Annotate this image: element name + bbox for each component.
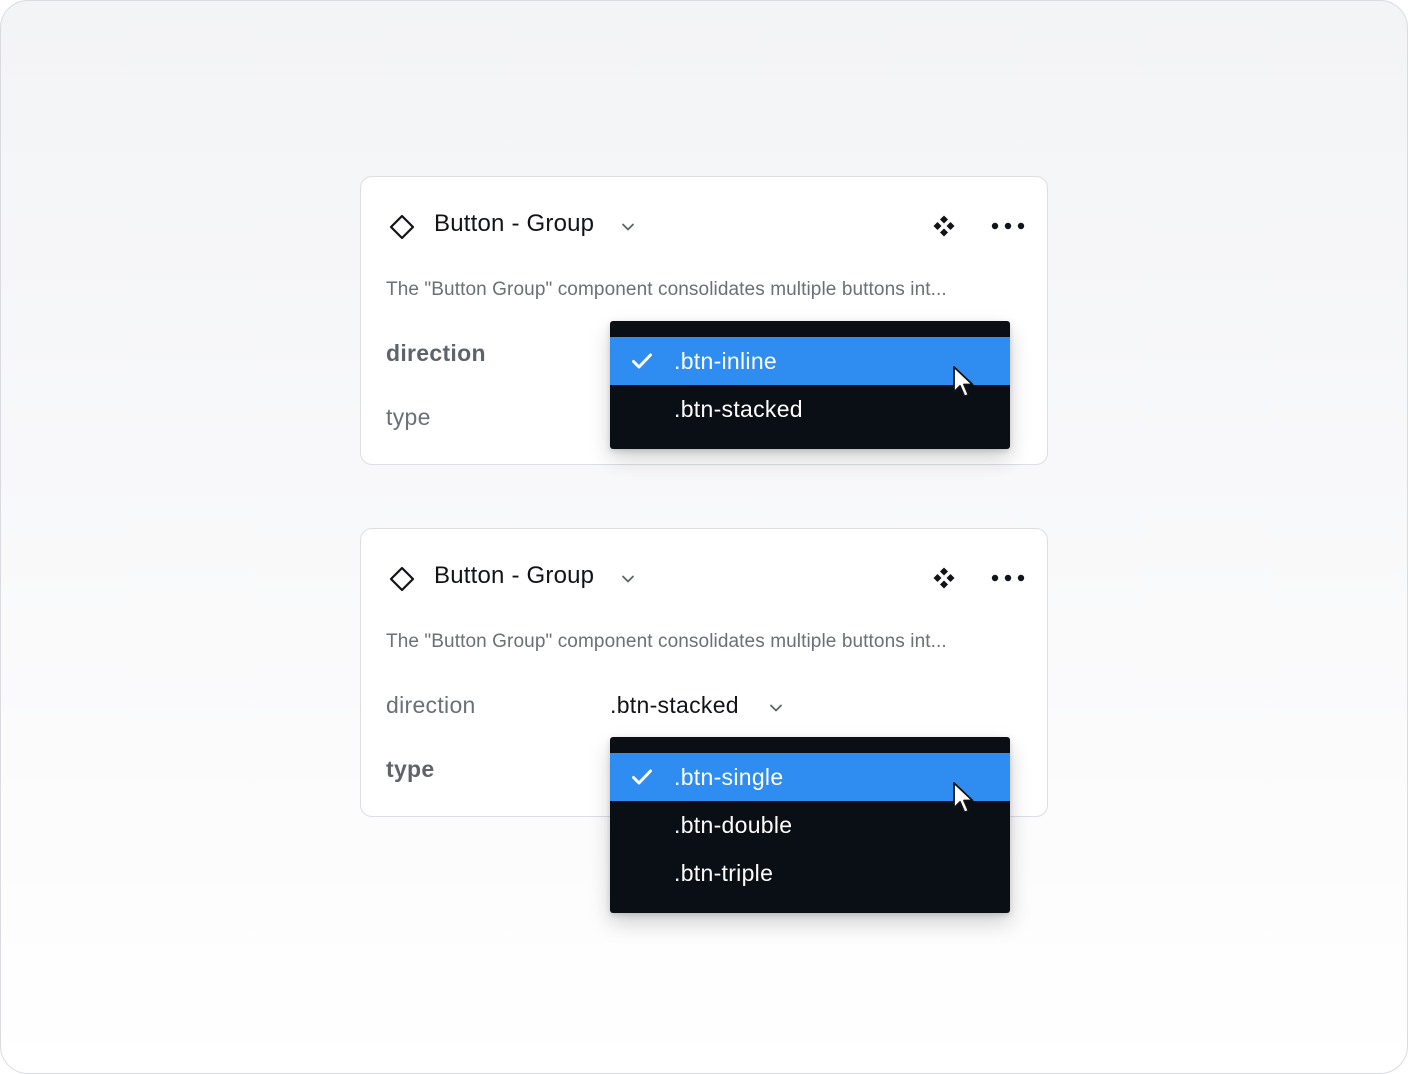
chevron-down-icon[interactable]: [620, 219, 636, 235]
canvas-frame: Button - Group The "Button Group" compon…: [0, 0, 1408, 1074]
more-icon[interactable]: [990, 221, 1026, 231]
dropdown-option[interactable]: .btn-double: [610, 801, 1010, 849]
more-icon[interactable]: [990, 573, 1026, 583]
check-icon: [632, 769, 652, 785]
direction-dropdown-menu: .btn-inline .btn-stacked: [610, 321, 1010, 449]
direction-label: direction: [386, 692, 476, 718]
diamond-icon: [389, 214, 415, 240]
dropdown-option-label: .btn-single: [674, 764, 784, 790]
component-icon[interactable]: [932, 566, 956, 590]
component-title[interactable]: Button - Group: [434, 210, 594, 238]
chevron-down-icon[interactable]: [768, 700, 784, 716]
dropdown-option[interactable]: .btn-triple: [610, 849, 1010, 897]
chevron-down-icon[interactable]: [620, 571, 636, 587]
dropdown-option[interactable]: .btn-stacked: [610, 385, 1010, 433]
component-icon[interactable]: [932, 214, 956, 238]
check-icon: [632, 353, 652, 369]
component-description: The "Button Group" component consolidate…: [386, 279, 947, 300]
dropdown-option[interactable]: .btn-single: [610, 753, 1010, 814]
type-dropdown-menu: .btn-single .btn-double .btn-triple: [610, 737, 1010, 913]
dropdown-option[interactable]: .btn-inline: [610, 337, 1010, 398]
diamond-icon: [389, 566, 415, 592]
dropdown-option-label: .btn-double: [674, 812, 793, 838]
dropdown-option-label: .btn-stacked: [674, 396, 803, 422]
dropdown-option-label: .btn-inline: [674, 348, 778, 374]
type-label: type: [386, 756, 435, 782]
component-title[interactable]: Button - Group: [434, 562, 594, 590]
type-label: type: [386, 404, 431, 430]
component-description: The "Button Group" component consolidate…: [386, 631, 947, 652]
dropdown-option-label: .btn-triple: [674, 860, 774, 886]
direction-label: direction: [386, 340, 486, 366]
direction-select[interactable]: .btn-stacked: [610, 692, 739, 719]
